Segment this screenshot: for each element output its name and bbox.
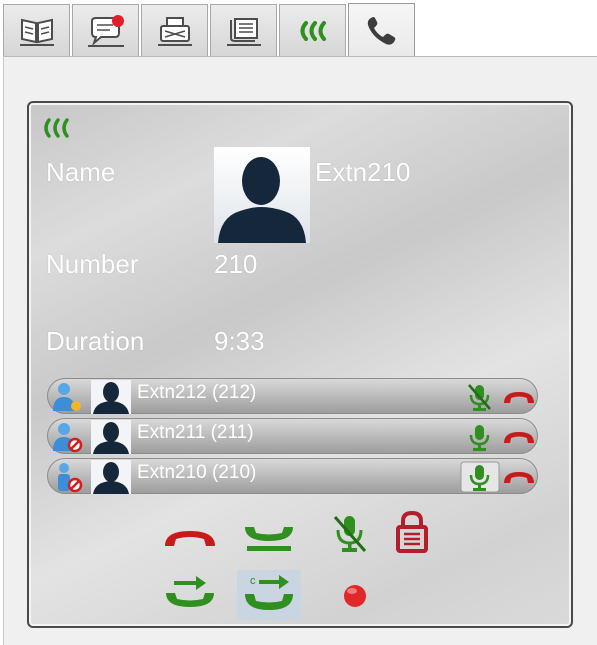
consult-transfer-button[interactable]: c — [237, 570, 301, 620]
chat-message-icon — [87, 14, 124, 47]
conference-icon — [300, 20, 326, 41]
caller-name: Extn210 — [315, 157, 411, 187]
fax-icon — [157, 16, 192, 46]
participant-row: Extn212 (212) — [47, 378, 538, 414]
phone-icon — [367, 16, 395, 45]
host-blocked-participant-icon — [58, 463, 83, 493]
participant-avatar — [91, 380, 131, 414]
tab-phonebook[interactable] — [3, 4, 70, 56]
hang-up-icon[interactable] — [502, 463, 536, 491]
tab-chat[interactable] — [72, 4, 139, 56]
tab-fax[interactable] — [141, 4, 208, 56]
hang-up-icon[interactable] — [162, 520, 218, 556]
mute-icon[interactable] — [328, 512, 372, 556]
tab-bar — [0, 0, 597, 57]
participant-avatar — [91, 420, 131, 454]
tab-call-log[interactable] — [210, 4, 277, 56]
duration-label: Duration — [46, 326, 145, 356]
caller-avatar — [214, 147, 310, 243]
call-log-icon — [226, 17, 261, 46]
phonebook-icon — [19, 18, 54, 46]
conference-icon — [44, 118, 69, 138]
hang-up-icon[interactable] — [502, 383, 536, 411]
name-label: Name — [46, 157, 116, 187]
hang-up-icon[interactable] — [502, 423, 536, 451]
caller-number: 210 — [214, 249, 258, 279]
participant-row: Extn211 (211) — [47, 418, 538, 454]
speaker-participant-icon — [53, 383, 81, 411]
consult-transfer-icon: c — [245, 575, 293, 610]
tab-phone[interactable] — [348, 3, 415, 57]
transfer-icon[interactable] — [162, 572, 218, 614]
hold-icon[interactable] — [241, 516, 297, 556]
participant-label: Extn210 (210) — [137, 462, 257, 483]
microphone-icon[interactable] — [460, 461, 500, 493]
tab-conference[interactable] — [279, 4, 346, 56]
call-duration: 9:33 — [214, 326, 265, 356]
participant-label: Extn211 (211) — [137, 422, 254, 443]
mute-icon[interactable] — [460, 381, 500, 413]
lock-icon[interactable] — [393, 509, 431, 555]
participant-label: Extn212 (212) — [137, 382, 257, 403]
blocked-participant-icon — [53, 423, 83, 453]
svg-text:c: c — [250, 575, 256, 587]
record-icon[interactable] — [340, 581, 370, 609]
number-label: Number — [46, 249, 139, 279]
microphone-icon[interactable] — [460, 421, 500, 453]
participant-avatar — [91, 460, 131, 494]
participant-row: Extn210 (210) — [47, 458, 538, 494]
